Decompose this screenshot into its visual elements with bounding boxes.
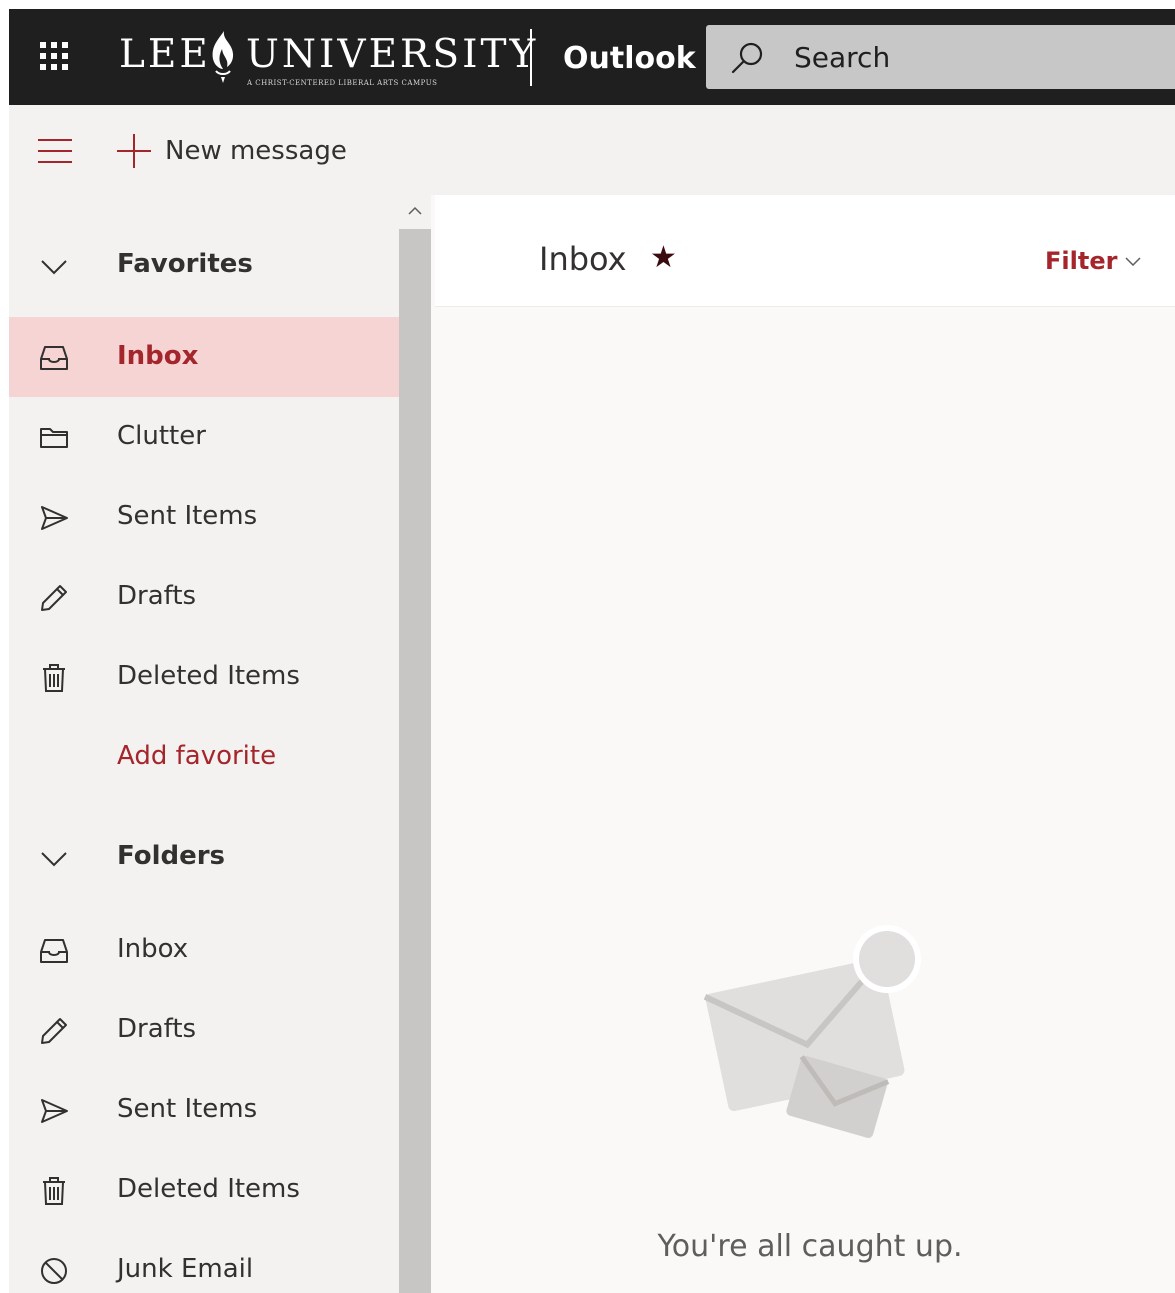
pencil-icon bbox=[41, 585, 67, 611]
favorites-item-deleted-items[interactable]: Deleted Items bbox=[9, 637, 399, 717]
filter-button[interactable]: Filter bbox=[1045, 245, 1141, 277]
header-divider bbox=[530, 29, 532, 86]
folders-label: Folders bbox=[117, 841, 226, 871]
folders-item-drafts[interactable]: Drafts bbox=[9, 990, 399, 1070]
favorites-header[interactable]: Favorites bbox=[9, 225, 399, 305]
logo-tagline: A CHRIST-CENTERED LIBERAL ARTS CAMPUS bbox=[247, 79, 438, 87]
add-favorite-label: Add favorite bbox=[117, 741, 277, 771]
folders-item-junk-email[interactable]: Junk Email bbox=[9, 1230, 399, 1293]
favorites-item-label: Sent Items bbox=[117, 501, 258, 531]
search-icon bbox=[731, 42, 763, 74]
folders-item-inbox[interactable]: Inbox bbox=[9, 910, 399, 990]
chevron-down-icon bbox=[41, 852, 67, 867]
hamburger-icon[interactable] bbox=[38, 139, 72, 165]
new-message-button[interactable]: New message bbox=[117, 129, 347, 173]
app-name[interactable]: Outlook bbox=[563, 39, 696, 79]
waffle-grid-icon[interactable] bbox=[37, 39, 71, 73]
favorites-item-label: Drafts bbox=[117, 581, 197, 611]
folder-icon bbox=[40, 428, 68, 448]
scrollbar-thumb[interactable] bbox=[399, 229, 431, 1293]
folder-pane-scrollbar[interactable] bbox=[399, 195, 431, 1293]
folders-header[interactable]: Folders bbox=[9, 817, 399, 897]
favorites-item-drafts[interactable]: Drafts bbox=[9, 557, 399, 637]
send-icon bbox=[41, 1099, 68, 1123]
add-favorite-link[interactable]: Add favorite bbox=[9, 717, 399, 797]
inbox-icon bbox=[40, 939, 68, 963]
outlook-window: LEE UNIVERSITY A CHRIST-CENTERED LIBERAL… bbox=[9, 9, 1175, 1293]
favorite-star-icon[interactable]: ★ bbox=[650, 241, 677, 275]
chevron-down-icon bbox=[41, 260, 67, 275]
filter-label: Filter bbox=[1045, 247, 1118, 275]
new-message-label: New message bbox=[165, 136, 347, 166]
favorites-item-label: Inbox bbox=[117, 341, 199, 371]
folders-item-sent-items[interactable]: Sent Items bbox=[9, 1070, 399, 1150]
search-input[interactable]: Search bbox=[794, 41, 890, 75]
favorites-item-sent-items[interactable]: Sent Items bbox=[9, 477, 399, 557]
logo-word-left: LEE bbox=[119, 32, 211, 77]
pencil-icon bbox=[41, 1018, 67, 1044]
favorites-item-inbox[interactable]: Inbox bbox=[9, 317, 399, 397]
trash-icon bbox=[43, 664, 65, 692]
favorites-item-label: Clutter bbox=[117, 421, 206, 451]
university-logo[interactable]: LEE UNIVERSITY A CHRIST-CENTERED LIBERAL… bbox=[119, 29, 535, 91]
favorites-item-clutter[interactable]: Clutter bbox=[9, 397, 399, 477]
trash-icon bbox=[43, 1177, 65, 1205]
folders-item-label: Sent Items bbox=[117, 1094, 258, 1124]
folders-item-deleted-items[interactable]: Deleted Items bbox=[9, 1150, 399, 1230]
inbox-icon bbox=[40, 346, 68, 370]
top-bar: LEE UNIVERSITY A CHRIST-CENTERED LIBERAL… bbox=[9, 9, 1175, 105]
flame-icon bbox=[212, 31, 234, 83]
folders-item-label: Inbox bbox=[117, 934, 189, 964]
empty-state-message: You're all caught up. bbox=[657, 1229, 963, 1264]
plus-icon bbox=[117, 134, 151, 168]
folder-title: Inbox bbox=[539, 240, 627, 278]
command-bar: New message bbox=[9, 105, 1175, 195]
folders-item-label: Deleted Items bbox=[117, 1174, 300, 1204]
favorites-item-label: Deleted Items bbox=[117, 661, 300, 691]
favorites-label: Favorites bbox=[117, 249, 253, 279]
folders-item-label: Drafts bbox=[117, 1014, 197, 1044]
block-icon bbox=[41, 1258, 67, 1284]
send-icon bbox=[41, 506, 68, 530]
message-list-pane: Inbox ★ Filter You're all caught up. bbox=[435, 195, 1175, 1293]
chevron-down-icon bbox=[1125, 257, 1141, 266]
folders-item-label: Junk Email bbox=[117, 1254, 254, 1284]
empty-inbox-illustration bbox=[703, 925, 921, 1139]
search-box[interactable]: Search bbox=[706, 25, 1175, 89]
chevron-up-icon[interactable] bbox=[408, 204, 422, 218]
folder-pane: Favorites Inbox Clutter Sent Items Draft… bbox=[9, 195, 399, 1293]
logo-word-right: UNIVERSITY bbox=[246, 32, 539, 77]
message-list-header: Inbox ★ Filter bbox=[435, 195, 1175, 307]
